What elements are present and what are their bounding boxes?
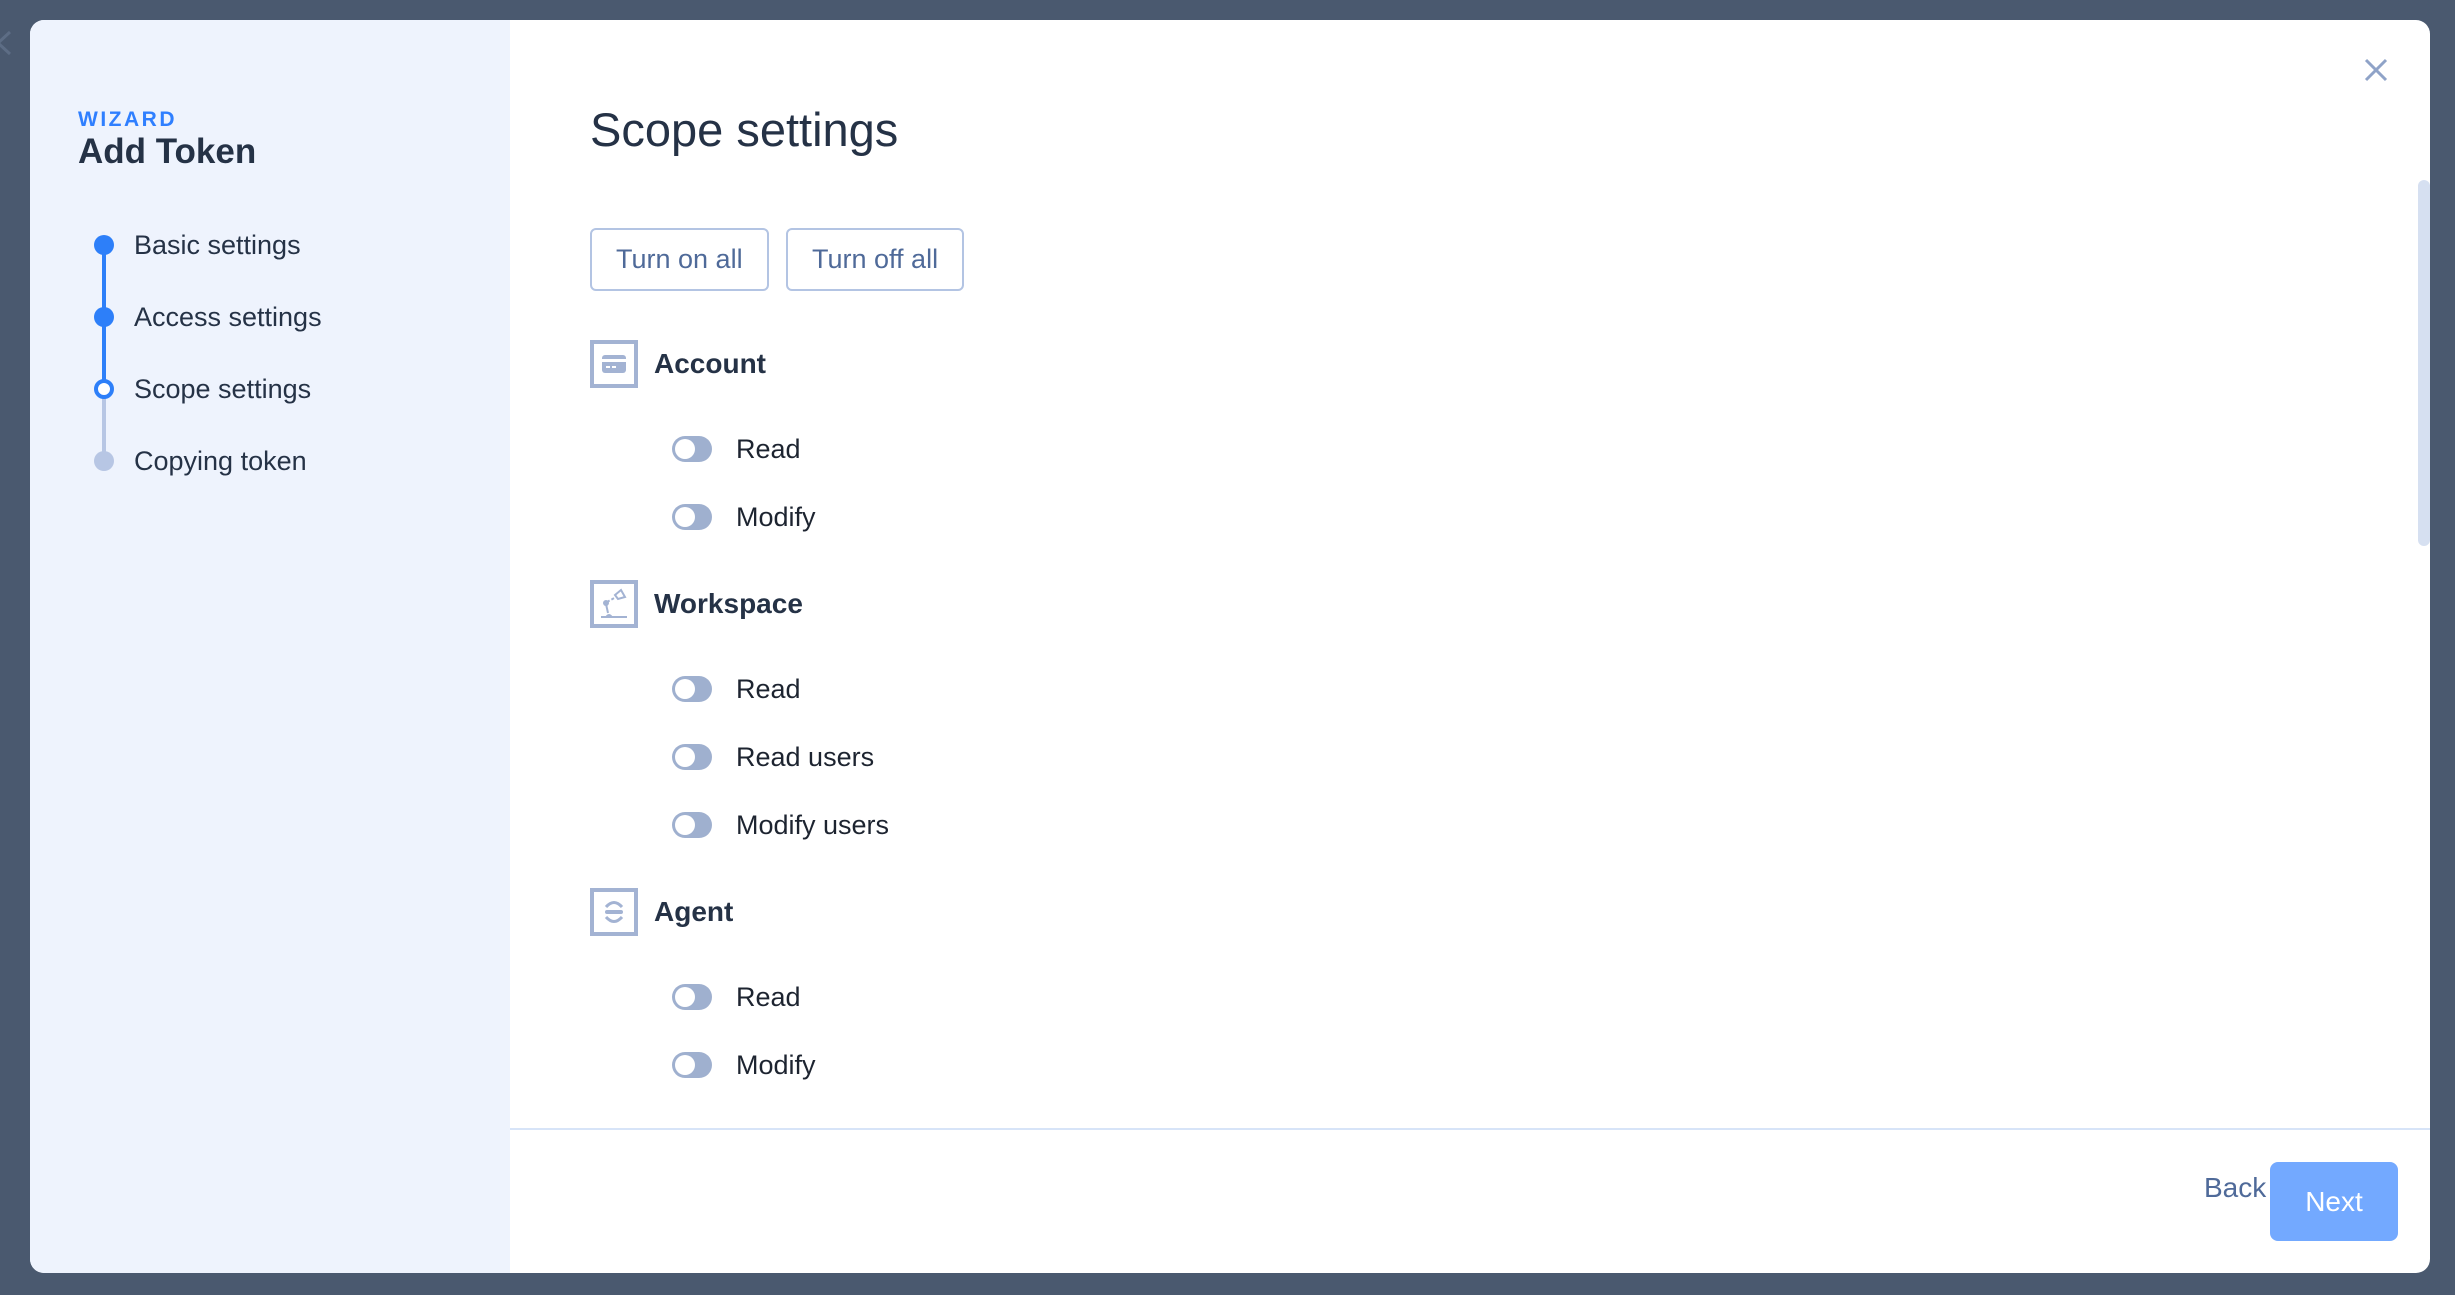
toggle-label: Read xyxy=(736,673,801,704)
step-copying-token: Copying token xyxy=(94,441,307,481)
agent-read-toggle[interactable] xyxy=(672,984,712,1010)
toggle-row: Read xyxy=(672,429,801,469)
back-button[interactable]: Back xyxy=(2204,1172,2266,1204)
step-basic-settings[interactable]: Basic settings xyxy=(94,225,301,265)
toggle-row: Read users xyxy=(672,737,874,777)
toggle-row: Read xyxy=(672,669,801,709)
footer-divider xyxy=(510,1128,2430,1130)
toggle-label: Read xyxy=(736,981,801,1012)
wizard-sidebar: WIZARD Add Token Basic settings Access s… xyxy=(30,20,510,1273)
turn-off-all-button[interactable]: Turn off all xyxy=(786,228,965,291)
toggle-label: Modify users xyxy=(736,809,890,840)
section-agent: Agent xyxy=(590,888,733,936)
agent-modify-toggle[interactable] xyxy=(672,1052,712,1078)
desk-lamp-icon xyxy=(590,580,638,628)
workspace-read-users-toggle[interactable] xyxy=(672,744,712,770)
toggle-label: Modify xyxy=(736,501,816,532)
account-modify-toggle[interactable] xyxy=(672,504,712,530)
workspace-read-toggle[interactable] xyxy=(672,676,712,702)
step-label: Basic settings xyxy=(134,229,301,260)
section-title: Agent xyxy=(654,896,734,927)
step-scope-settings[interactable]: Scope settings xyxy=(94,369,311,409)
step-label: Copying token xyxy=(134,445,307,476)
credit-card-icon xyxy=(590,340,638,388)
section-title: Account xyxy=(654,348,766,379)
section-account: Account xyxy=(590,340,766,388)
toggle-label: Modify xyxy=(736,1049,816,1080)
toggle-row: Modify xyxy=(672,497,816,537)
toggle-row: Modify xyxy=(672,1045,816,1085)
step-dot-done xyxy=(94,235,114,255)
page-title: Scope settings xyxy=(590,103,899,156)
section-workspace: Workspace xyxy=(590,580,803,628)
toggle-label: Read xyxy=(736,433,801,464)
close-icon[interactable] xyxy=(2360,54,2392,86)
step-label: Access settings xyxy=(134,301,322,332)
step-dot-current xyxy=(94,379,114,399)
scrollbar-thumb[interactable] xyxy=(2418,180,2430,546)
step-label: Scope settings xyxy=(134,373,312,404)
turn-on-all-button[interactable]: Turn on all xyxy=(590,228,769,291)
workspace-modify-users-toggle[interactable] xyxy=(672,812,712,838)
chevron-left-icon xyxy=(0,30,12,56)
add-token-wizard-modal: WIZARD Add Token Basic settings Access s… xyxy=(30,20,2430,1273)
step-dot-done xyxy=(94,307,114,327)
account-read-toggle[interactable] xyxy=(672,436,712,462)
agent-face-icon xyxy=(590,888,638,936)
toggle-row: Read xyxy=(672,977,801,1017)
section-title: Workspace xyxy=(654,588,803,619)
next-button[interactable]: Next xyxy=(2270,1162,2398,1241)
step-dot-pending xyxy=(94,451,114,471)
wizard-eyebrow: WIZARD xyxy=(78,108,177,131)
toggle-row: Modify users xyxy=(672,805,889,845)
step-access-settings[interactable]: Access settings xyxy=(94,297,322,337)
toggle-label: Read users xyxy=(736,741,875,772)
wizard-content: Scope settings Turn on all Turn off all … xyxy=(510,20,2430,1273)
wizard-title: Add Token xyxy=(78,132,257,171)
